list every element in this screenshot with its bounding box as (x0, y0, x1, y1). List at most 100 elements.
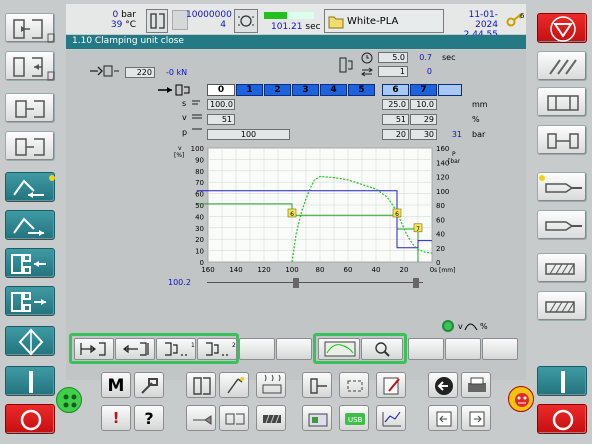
material-field[interactable]: White-PLA (324, 9, 444, 33)
profile-segment-7[interactable]: 7 (410, 84, 437, 96)
s-start[interactable]: 100.0 (207, 99, 235, 110)
counter-readout: 10000000 4 (186, 10, 232, 30)
page-back-button[interactable] (428, 405, 458, 431)
injection-data-button[interactable] (219, 372, 249, 398)
graph-function-button[interactable] (318, 338, 360, 360)
cycle-time-icon (238, 15, 254, 27)
p-label: p (182, 128, 188, 137)
ejector-back-button[interactable] (5, 93, 55, 123)
profile-segment-3[interactable]: 3 (292, 84, 319, 96)
y-tick-label: 10 (195, 248, 204, 256)
screw-forward-button[interactable] (537, 291, 587, 321)
mould-data-button[interactable] (186, 372, 216, 398)
usb-button[interactable]: USB (339, 405, 369, 431)
stroke-handle-end[interactable] (413, 278, 419, 288)
alarm-icon (515, 393, 529, 407)
stroke-slider[interactable] (207, 278, 423, 288)
mould-height-icon (549, 59, 577, 75)
count-setpoint[interactable]: 1 (378, 66, 408, 77)
screw-settings-button[interactable] (256, 405, 286, 431)
empty-function-button-1[interactable] (239, 338, 275, 360)
empty-function-button-5[interactable] (482, 338, 518, 360)
nozzle-forward-button[interactable] (5, 210, 55, 240)
printer-button[interactable] (461, 372, 491, 398)
right-stop-button[interactable] (537, 404, 587, 434)
profile-segment-5[interactable]: 5 (348, 84, 375, 96)
v-start[interactable]: 51 (207, 114, 235, 125)
time-setpoint[interactable]: 5.0 (378, 52, 408, 63)
screw-back-button[interactable] (537, 253, 587, 283)
right-start-button[interactable] (537, 366, 587, 396)
profile-1-function-button[interactable]: 1 (156, 338, 196, 360)
warning-icon: ! (112, 409, 120, 427)
heating-button[interactable] (256, 372, 286, 398)
profile-1-icon: 1 (165, 342, 195, 356)
alarm-indicator[interactable] (508, 386, 534, 412)
help-button[interactable]: ? (134, 405, 164, 431)
core-in-button[interactable] (537, 125, 587, 155)
injection-forward-button[interactable] (537, 210, 587, 240)
cycle-mode-indicator[interactable] (146, 9, 168, 33)
stop-circle-icon (20, 409, 42, 431)
quality-chart-button[interactable] (376, 405, 406, 431)
clamp-close-function-button[interactable] (74, 338, 114, 360)
mould-close-button[interactable] (5, 51, 55, 81)
zoom-function-button[interactable] (361, 338, 403, 360)
left-start-button[interactable] (5, 366, 55, 396)
v-end-1[interactable]: 51 (382, 114, 409, 125)
setup-button[interactable] (134, 372, 164, 398)
nozzle-back-button[interactable] (5, 172, 55, 202)
core-settings-button[interactable] (219, 405, 249, 431)
machine-status-indicator[interactable] (56, 387, 82, 413)
diamond-button[interactable] (5, 326, 55, 356)
clamp-open-function-button[interactable] (115, 338, 155, 360)
left-stop-button[interactable] (5, 404, 55, 434)
profile-segment-4[interactable]: 4 (320, 84, 347, 96)
p-end-2[interactable]: 30 (410, 129, 437, 140)
p-end-1[interactable]: 20 (382, 129, 409, 140)
p-start[interactable]: 100 (207, 129, 290, 140)
p-actual: 31 (451, 130, 462, 139)
mould-open-button[interactable] (5, 13, 55, 43)
clamp-force-setpoint[interactable]: 220 (125, 67, 155, 78)
profile-segment-1[interactable]: 1 (236, 84, 263, 96)
ejector-settings-button[interactable] (302, 372, 332, 398)
cycle-time-indicator[interactable] (234, 9, 258, 33)
manual-mode-label: M (107, 376, 125, 396)
edit-button[interactable] (376, 372, 406, 398)
manual-mode-button[interactable]: M (101, 372, 131, 398)
empty-function-button-3[interactable] (408, 338, 444, 360)
back-button[interactable] (428, 372, 458, 398)
core-pull-button[interactable] (537, 87, 587, 117)
v-end-2[interactable]: 29 (410, 114, 437, 125)
nozzle-settings-button[interactable] (186, 405, 216, 431)
injection-back-button[interactable] (537, 172, 587, 202)
sequence-button[interactable] (339, 372, 369, 398)
profile-segment-6[interactable]: 6 (382, 84, 409, 96)
legend-v-label: v (458, 322, 463, 331)
curve-visibility-toggle[interactable] (442, 320, 454, 332)
x-tick-label: 40 (372, 266, 381, 274)
profile-row-icons (192, 100, 202, 130)
warnings-button[interactable]: ! (101, 405, 131, 431)
mould-height-button[interactable] (537, 51, 587, 81)
p-unit: bar (472, 130, 486, 139)
robot-button[interactable] (302, 405, 332, 431)
clamp-open-button[interactable] (5, 248, 55, 278)
emergency-stop-button[interactable] (537, 13, 587, 43)
profile-segment-0[interactable]: 0 (207, 84, 235, 96)
profile-2-function-button[interactable]: 2 (197, 338, 237, 360)
page-forward-button[interactable] (461, 405, 491, 431)
user-key-indicator[interactable]: 6 (506, 12, 524, 31)
s-end-1[interactable]: 25.0 (382, 99, 409, 110)
empty-function-button-4[interactable] (445, 338, 481, 360)
stroke-handle-start[interactable] (293, 278, 299, 288)
stop-circle-icon (552, 409, 574, 431)
v-label: v (182, 113, 187, 122)
usb-icon: USB (345, 413, 365, 425)
empty-function-button-2[interactable] (276, 338, 312, 360)
s-end-2[interactable]: 10.0 (410, 99, 437, 110)
ejector-forward-button[interactable] (5, 131, 55, 161)
profile-segment-2[interactable]: 2 (264, 84, 291, 96)
clamp-close-button[interactable] (5, 286, 55, 316)
